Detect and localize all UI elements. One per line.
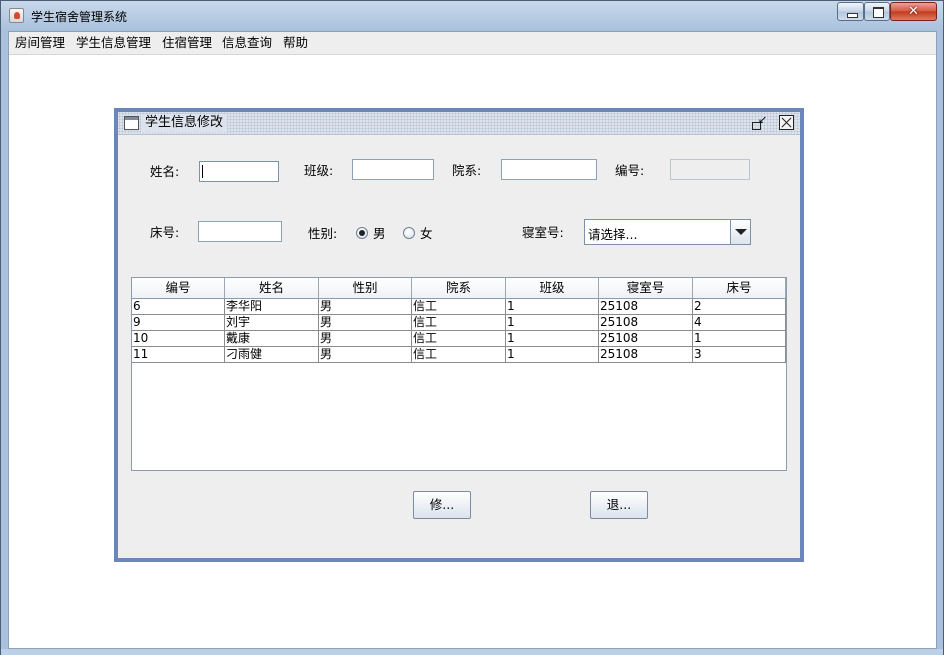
column-header-class[interactable]: 班级 bbox=[506, 278, 599, 298]
column-header-name[interactable]: 姓名 bbox=[225, 278, 319, 298]
cell-department: 信工 bbox=[412, 299, 506, 315]
department-input[interactable] bbox=[501, 159, 597, 180]
student-table: 编号 姓名 性别 院系 班级 寝室号 床号 6 李华阳 男 信工 1 25108… bbox=[131, 277, 787, 471]
cell-room: 25108 bbox=[599, 347, 693, 363]
cell-room: 25108 bbox=[599, 299, 693, 315]
menu-info-query[interactable]: 信息查询 bbox=[222, 35, 272, 51]
menu-help[interactable]: 帮助 bbox=[283, 35, 308, 51]
window-icon bbox=[124, 116, 139, 130]
window-title: 学生宿舍管理系统 bbox=[31, 10, 128, 24]
column-header-gender[interactable]: 性别 bbox=[319, 278, 412, 298]
close-button[interactable]: ✕ bbox=[890, 2, 937, 21]
table-row[interactable]: 11 刁雨健 男 信工 1 25108 3 bbox=[132, 347, 786, 363]
main-window: 学生宿舍管理系统 ✕ 房间管理 学生信息管理 住宿管理 信息查询 帮助 学生信息… bbox=[0, 0, 944, 655]
cell-id: 6 bbox=[132, 299, 225, 315]
cell-class: 1 bbox=[506, 347, 599, 363]
cell-class: 1 bbox=[506, 299, 599, 315]
menu-accommodation-management[interactable]: 住宿管理 bbox=[162, 35, 212, 51]
menu-room-management[interactable]: 房间管理 bbox=[15, 35, 65, 51]
class-label: 班级: bbox=[304, 163, 334, 178]
room-label: 寝室号: bbox=[522, 225, 564, 240]
bed-input[interactable] bbox=[198, 221, 282, 242]
cell-department: 信工 bbox=[412, 347, 506, 363]
gender-label: 性别: bbox=[308, 226, 338, 241]
table-row[interactable]: 10 戴康 男 信工 1 25108 1 bbox=[132, 331, 786, 347]
table-row[interactable]: 9 刘宇 男 信工 1 25108 4 bbox=[132, 315, 786, 331]
menu-bar: 房间管理 学生信息管理 住宿管理 信息查询 帮助 bbox=[9, 32, 936, 55]
exit-button[interactable]: 退... bbox=[590, 491, 648, 519]
column-header-bed[interactable]: 床号 bbox=[693, 278, 786, 298]
text-caret bbox=[202, 165, 203, 178]
cell-id: 11 bbox=[132, 347, 225, 363]
maximize-button[interactable] bbox=[864, 2, 890, 21]
cell-gender: 男 bbox=[319, 331, 412, 347]
cell-room: 25108 bbox=[599, 331, 693, 347]
cell-name: 戴康 bbox=[225, 331, 319, 347]
restore-icon[interactable] bbox=[751, 113, 767, 131]
gender-female-label[interactable]: 女 bbox=[420, 226, 433, 242]
cell-class: 1 bbox=[506, 331, 599, 347]
table-row[interactable]: 6 李华阳 男 信工 1 25108 2 bbox=[132, 299, 786, 315]
cell-gender: 男 bbox=[319, 299, 412, 315]
client-area: 房间管理 学生信息管理 住宿管理 信息查询 帮助 学生信息修改 姓名: 班级: … bbox=[8, 31, 937, 649]
name-input[interactable] bbox=[199, 161, 279, 182]
gender-male-label[interactable]: 男 bbox=[373, 226, 386, 242]
cell-department: 信工 bbox=[412, 331, 506, 347]
room-select-value: 请选择... bbox=[588, 227, 638, 242]
department-label: 院系: bbox=[452, 163, 482, 178]
gender-male-radio[interactable] bbox=[356, 227, 368, 239]
room-select[interactable]: 请选择... bbox=[584, 219, 751, 245]
column-header-room[interactable]: 寝室号 bbox=[599, 278, 693, 298]
close-icon: ✕ bbox=[908, 4, 919, 19]
table-header: 编号 姓名 性别 院系 班级 寝室号 床号 bbox=[132, 278, 786, 299]
chevron-down-icon[interactable] bbox=[730, 220, 750, 244]
gender-female-radio[interactable] bbox=[403, 227, 415, 239]
menu-student-info-management[interactable]: 学生信息管理 bbox=[76, 35, 151, 51]
cell-id: 10 bbox=[132, 331, 225, 347]
cell-room: 25108 bbox=[599, 315, 693, 331]
java-app-icon bbox=[9, 8, 24, 23]
dialog-title-bar[interactable]: 学生信息修改 bbox=[118, 112, 800, 135]
cell-name: 刁雨健 bbox=[225, 347, 319, 363]
id-input bbox=[670, 159, 750, 180]
cell-id: 9 bbox=[132, 315, 225, 331]
column-header-department[interactable]: 院系 bbox=[412, 278, 506, 298]
name-label: 姓名: bbox=[150, 164, 180, 179]
column-header-id[interactable]: 编号 bbox=[132, 278, 225, 298]
modify-button[interactable]: 修... bbox=[413, 491, 471, 519]
dialog-title: 学生信息修改 bbox=[141, 114, 228, 132]
cell-gender: 男 bbox=[319, 315, 412, 331]
title-bar: 学生宿舍管理系统 ✕ bbox=[1, 1, 943, 30]
cell-bed: 4 bbox=[693, 315, 786, 331]
cell-bed: 3 bbox=[693, 347, 786, 363]
cell-bed: 2 bbox=[693, 299, 786, 315]
class-input[interactable] bbox=[352, 159, 434, 180]
cell-bed: 1 bbox=[693, 331, 786, 347]
id-label: 编号: bbox=[615, 163, 645, 178]
cell-gender: 男 bbox=[319, 347, 412, 363]
cell-department: 信工 bbox=[412, 315, 506, 331]
cell-name: 李华阳 bbox=[225, 299, 319, 315]
cell-name: 刘宇 bbox=[225, 315, 319, 331]
dialog-close-icon[interactable] bbox=[779, 115, 794, 130]
student-edit-dialog: 学生信息修改 姓名: 班级: 院系: 编号: 床号: 性别: 男 女 寝室号: bbox=[114, 108, 804, 562]
minimize-button[interactable] bbox=[837, 2, 864, 21]
cell-class: 1 bbox=[506, 315, 599, 331]
window-bottom-border bbox=[1, 649, 943, 655]
bed-label: 床号: bbox=[150, 225, 180, 240]
